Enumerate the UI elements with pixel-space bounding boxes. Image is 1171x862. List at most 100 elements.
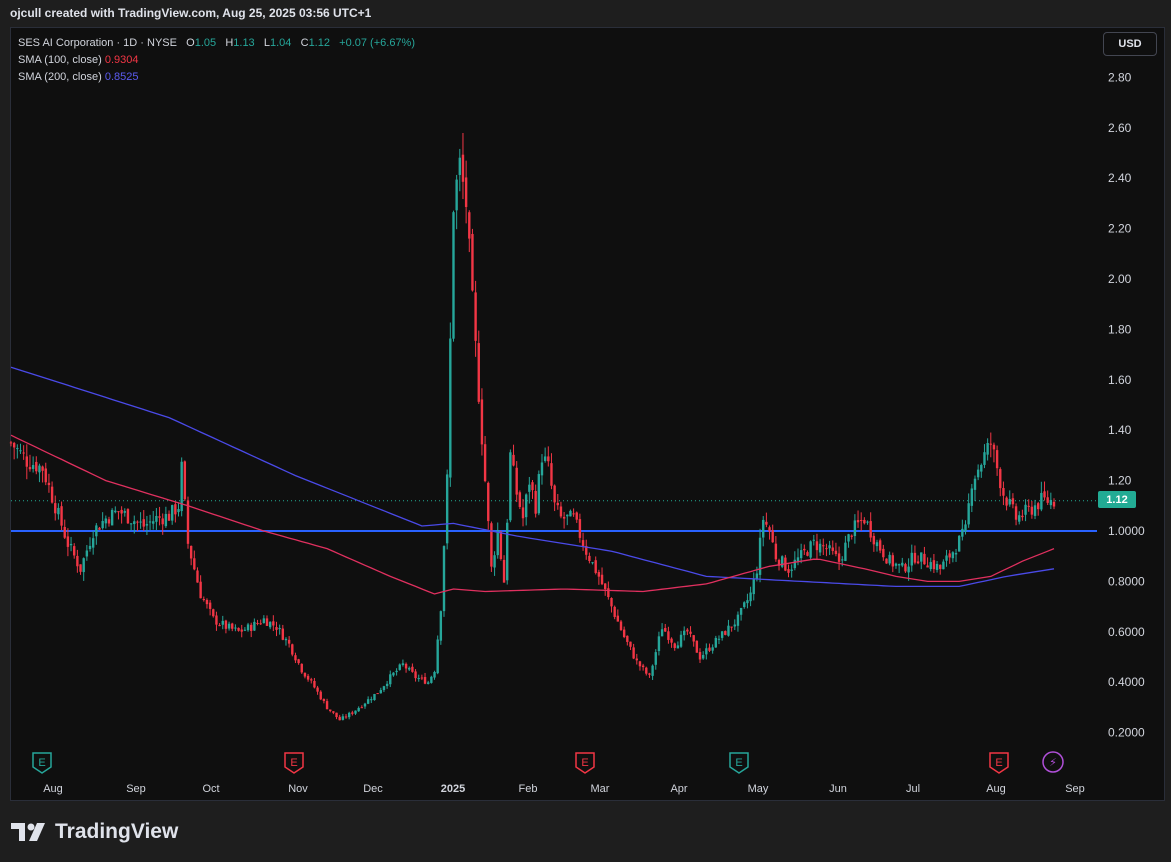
candle-body [347, 712, 351, 718]
candle-body [708, 647, 711, 651]
candle-body [1043, 491, 1046, 498]
candle-body [303, 672, 307, 677]
candle-body [701, 655, 705, 659]
candle-body [774, 543, 778, 560]
candle-body [894, 563, 898, 566]
candle-body [95, 525, 98, 537]
y-tick-label: 1.80 [1108, 322, 1132, 336]
candle-body [474, 292, 477, 341]
high-value: 1.13 [233, 37, 255, 49]
symbol-name[interactable]: SES AI Corporation · 1D · NYSE [18, 37, 177, 49]
candle-body [537, 474, 541, 514]
candle-body [581, 540, 585, 547]
candle-body [344, 716, 348, 718]
candle-body [76, 555, 79, 567]
candle-body [1011, 498, 1015, 505]
candle-body [812, 539, 815, 541]
candle-body [385, 683, 389, 687]
candle-body [739, 607, 743, 615]
candle-body [164, 513, 168, 527]
candle-body [841, 559, 844, 561]
currency-button[interactable]: USD [1103, 32, 1157, 56]
candle-body [831, 547, 834, 551]
candle-body [853, 520, 857, 537]
candle-body [88, 545, 92, 550]
candle-body [622, 629, 626, 638]
candle-body [897, 564, 901, 566]
x-tick-label: Aug [43, 783, 63, 795]
candle-body [692, 635, 695, 642]
candle-body [363, 703, 367, 707]
candle-body [47, 482, 51, 486]
candle-body [736, 614, 740, 626]
x-tick-label: Oct [202, 783, 219, 795]
candle-body [354, 710, 357, 714]
candle-body [395, 670, 398, 673]
candle-body [1024, 504, 1027, 515]
candle-body [850, 535, 853, 537]
candle-body [69, 543, 73, 546]
candle-body [860, 520, 863, 522]
candle-body [306, 675, 310, 680]
candle-body [28, 467, 32, 470]
candle-body [499, 531, 503, 560]
candle-body [799, 550, 803, 559]
candle-body [133, 521, 136, 525]
candle-body [575, 512, 578, 520]
candle-body [1040, 492, 1043, 510]
candle-body [916, 561, 920, 564]
price-chart[interactable]: 2.80 2.60 2.40 2.20 2.00 1.80 1.60 1.40 1.20 1.00… [0, 0, 1171, 862]
candle-body [54, 503, 57, 514]
candle-body [275, 627, 278, 630]
earnings-marker-label: E [735, 757, 742, 769]
x-tick-label: Jul [906, 783, 920, 795]
candle-body [957, 535, 961, 552]
y-tick-label: 2.00 [1108, 272, 1132, 286]
candle-body [1036, 503, 1040, 510]
candle-body [983, 452, 986, 465]
candle-body [404, 663, 408, 669]
sma200-row[interactable]: SMA (200, close) 0.8525 [18, 69, 415, 86]
candle-body [559, 506, 563, 517]
sma200-label: SMA (200, close) [18, 71, 102, 83]
sma100-row[interactable]: SMA (100, close) 0.9304 [18, 52, 415, 69]
candle-body [689, 631, 692, 634]
candle-body [667, 631, 670, 640]
candle-body [110, 509, 114, 526]
candle-body [907, 566, 910, 573]
candle-body [335, 712, 338, 718]
candle-body [531, 482, 534, 491]
candle-body [714, 637, 718, 648]
brand-name: TradingView [55, 820, 179, 843]
candle-body [556, 502, 559, 506]
candle-body [660, 629, 664, 637]
candle-body [654, 652, 657, 665]
earnings-marker-label: E [581, 757, 588, 769]
candle-body [616, 615, 620, 622]
candle-body [1008, 499, 1011, 505]
candle-body [170, 505, 174, 521]
candle-body [651, 665, 654, 676]
candle-body [727, 625, 730, 636]
candle-body [553, 485, 556, 503]
candle-body [913, 552, 917, 563]
tradingview-logo[interactable]: TradingView [11, 820, 178, 844]
candle-body [379, 690, 382, 694]
candle-body [35, 461, 38, 472]
candle-body [262, 618, 266, 624]
candle-body [632, 647, 635, 659]
candle-body [442, 546, 446, 612]
candle-body [847, 534, 850, 542]
candle-body [445, 474, 449, 544]
candle-body [948, 553, 951, 558]
candle-body [423, 677, 427, 684]
candle-body [562, 516, 566, 519]
candle-body [967, 503, 970, 525]
candle-body [158, 516, 161, 518]
candle-body [822, 545, 825, 547]
candle-body [60, 506, 63, 526]
candle-body [1002, 487, 1005, 496]
candle-body [566, 514, 569, 517]
candle-body [597, 572, 601, 577]
candle-body [436, 639, 439, 674]
